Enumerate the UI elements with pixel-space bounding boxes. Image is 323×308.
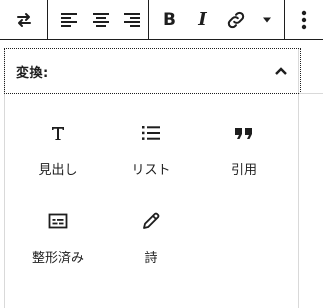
block-label: 詩 bbox=[144, 251, 158, 266]
block-quote[interactable]: 引用 bbox=[198, 110, 290, 184]
block-list[interactable]: リスト bbox=[105, 110, 197, 184]
quote-icon bbox=[235, 128, 252, 139]
divider bbox=[299, 93, 323, 94]
align-left-icon bbox=[60, 12, 77, 27]
block-label: 整形済み bbox=[31, 251, 84, 266]
vertical-ellipsis-icon bbox=[301, 10, 307, 29]
block-label: 見出し bbox=[38, 163, 78, 178]
chevron-up-icon[interactable] bbox=[274, 66, 288, 76]
arrows-swap-icon bbox=[16, 12, 31, 27]
align-center-icon bbox=[92, 12, 109, 27]
panel-title: 変換: bbox=[16, 65, 49, 81]
italic-icon: I bbox=[198, 9, 207, 30]
heading-icon bbox=[52, 127, 64, 140]
align-center-button[interactable] bbox=[85, 0, 117, 39]
align-right-icon bbox=[124, 12, 141, 27]
link-button[interactable] bbox=[219, 0, 252, 39]
more-rich-text-button[interactable] bbox=[252, 0, 282, 39]
block-verse[interactable]: 詩 bbox=[105, 198, 197, 272]
block-preformatted[interactable]: 整形済み bbox=[12, 198, 104, 272]
block-toolbar: B I bbox=[0, 0, 323, 40]
link-icon bbox=[227, 11, 244, 28]
align-left-button[interactable] bbox=[53, 0, 85, 39]
block-options-button[interactable] bbox=[286, 0, 322, 39]
transform-group bbox=[0, 0, 48, 39]
options-group bbox=[285, 0, 323, 39]
block-label: 引用 bbox=[230, 163, 257, 178]
format-group: B I bbox=[149, 0, 285, 39]
bold-icon: B bbox=[163, 9, 176, 30]
block-label: リスト bbox=[131, 163, 171, 178]
pencil-icon bbox=[143, 212, 160, 229]
alignment-group bbox=[48, 0, 149, 39]
transform-panel-header[interactable]: 変換: bbox=[4, 48, 301, 94]
align-right-button[interactable] bbox=[116, 0, 148, 39]
italic-button[interactable]: I bbox=[186, 0, 219, 39]
transform-button[interactable] bbox=[0, 0, 47, 39]
list-icon bbox=[142, 126, 160, 140]
caret-down-icon bbox=[263, 17, 271, 22]
transform-panel: 変換: 見出し リスト 引用 整形済み 詩 bbox=[4, 48, 301, 308]
block-heading[interactable]: 見出し bbox=[12, 110, 104, 184]
preformatted-icon bbox=[48, 213, 68, 229]
bold-button[interactable]: B bbox=[153, 0, 186, 39]
